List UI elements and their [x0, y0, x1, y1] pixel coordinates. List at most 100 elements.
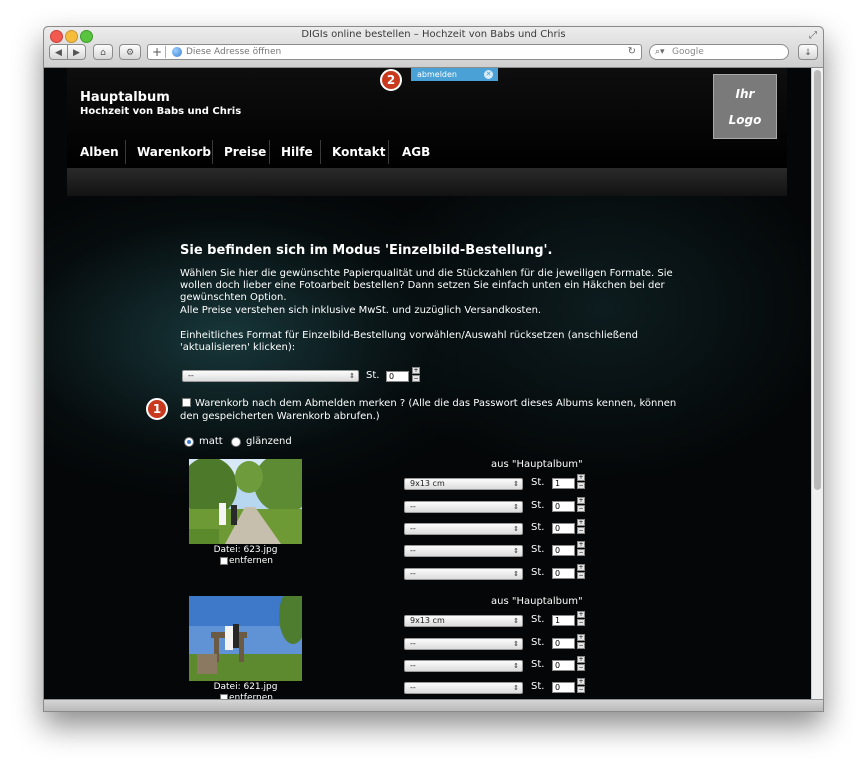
format-value: --: [410, 661, 416, 670]
nav-item-preise[interactable]: Preise: [224, 140, 266, 165]
global-format-select[interactable]: -- ⇕: [182, 370, 359, 382]
nav-separator: [388, 140, 389, 164]
remember-cart-checkbox[interactable]: [182, 398, 191, 407]
paper-matt-radio[interactable]: [184, 437, 194, 447]
decrement-icon[interactable]: −: [577, 549, 585, 556]
format-select-621-3[interactable]: -- ⇕: [404, 660, 523, 672]
decrement-icon[interactable]: −: [577, 482, 585, 489]
format-select-621-4[interactable]: -- ⇕: [404, 682, 523, 694]
fullscreen-icon[interactable]: ⤢: [809, 30, 817, 41]
increment-icon[interactable]: +: [577, 678, 585, 685]
qty-input-621-4[interactable]: 0: [552, 682, 575, 693]
format-select-623-2[interactable]: -- ⇕: [404, 501, 523, 513]
nav-item-agb[interactable]: AGB: [402, 140, 430, 165]
global-qty-input[interactable]: 0: [386, 371, 409, 382]
qty-stepper[interactable]: + −: [577, 678, 585, 694]
decrement-icon[interactable]: −: [577, 642, 585, 649]
nav-separator: [269, 140, 270, 164]
nav-separator: [320, 140, 321, 164]
nav-separator: [212, 140, 213, 164]
increment-icon[interactable]: +: [577, 497, 585, 504]
photo-thumbnail-621[interactable]: [189, 596, 302, 681]
back-arrow-icon: ◀: [55, 48, 62, 58]
qty-input-621-1[interactable]: 1: [552, 615, 575, 626]
decrement-icon[interactable]: −: [577, 664, 585, 671]
qty-stepper[interactable]: + −: [577, 497, 585, 513]
qty-label: St.: [531, 477, 545, 488]
increment-icon[interactable]: +: [577, 634, 585, 641]
nav-item-alben[interactable]: Alben: [80, 140, 119, 165]
remove-photo-checkbox-623[interactable]: [220, 557, 228, 565]
format-select-623-4[interactable]: -- ⇕: [404, 545, 523, 557]
home-button[interactable]: ⌂: [93, 44, 113, 60]
format-select-621-2[interactable]: -- ⇕: [404, 638, 523, 650]
qty-stepper[interactable]: + −: [577, 634, 585, 650]
qty-stepper[interactable]: + −: [577, 611, 585, 627]
qty-stepper[interactable]: + −: [577, 541, 585, 557]
forward-arrow-icon: ▶: [73, 48, 80, 58]
global-format-value: --: [188, 371, 194, 380]
qty-input-623-5[interactable]: 0: [552, 568, 575, 579]
qty-stepper[interactable]: + −: [577, 519, 585, 535]
format-select-623-3[interactable]: -- ⇕: [404, 523, 523, 535]
intro-line-4: Alle Preise verstehen sich inklusive MwS…: [180, 305, 542, 316]
window-title: DIGIs online bestellen – Hochzeit von Ba…: [301, 29, 566, 40]
increment-icon[interactable]: +: [577, 656, 585, 663]
format-select-623-5[interactable]: -- ⇕: [404, 568, 523, 580]
qty-stepper[interactable]: + −: [577, 656, 585, 672]
qty-input-623-4[interactable]: 0: [552, 545, 575, 556]
chevron-updown-icon: ⇕: [513, 525, 519, 533]
forward-button[interactable]: ▶: [67, 44, 86, 60]
photo-source-623: aus "Hauptalbum": [491, 459, 583, 470]
logout-button[interactable]: abmelden ✕: [411, 68, 498, 81]
main-navigation: Alben Warenkorb Preise Hilfe Kontakt AGB: [67, 140, 787, 167]
reload-icon[interactable]: ↻: [628, 45, 636, 59]
decrement-icon[interactable]: −: [577, 505, 585, 512]
callout-badge-1: 1: [146, 398, 168, 420]
nav-item-hilfe[interactable]: Hilfe: [281, 140, 313, 165]
format-select-623-1[interactable]: 9x13 cm ⇕: [404, 478, 523, 490]
decrement-icon[interactable]: −: [577, 527, 585, 534]
search-input[interactable]: Google: [672, 45, 704, 59]
download-icon: ↓: [804, 48, 812, 58]
vertical-scrollbar[interactable]: [811, 68, 823, 699]
close-icon[interactable]: ✕: [484, 70, 493, 79]
nav-item-warenkorb[interactable]: Warenkorb: [137, 140, 211, 165]
qty-stepper[interactable]: + −: [577, 564, 585, 580]
search-field[interactable]: ⌕▾ Google: [649, 44, 789, 60]
intro-line-1: Wählen Sie hier die gewünschte Papierqua…: [180, 268, 673, 279]
chevron-updown-icon: ⇕: [513, 503, 519, 511]
nav-item-kontakt[interactable]: Kontakt: [332, 140, 385, 165]
decrement-icon[interactable]: −: [577, 619, 585, 626]
decrement-icon[interactable]: −: [577, 686, 585, 693]
intro-line-3: gewünschten Option.: [180, 292, 287, 303]
increment-icon[interactable]: +: [577, 611, 585, 618]
increment-icon[interactable]: +: [577, 519, 585, 526]
increment-icon[interactable]: +: [577, 541, 585, 548]
tools-button[interactable]: ⚙: [119, 44, 141, 60]
address-input[interactable]: Diese Adresse öffnen: [186, 45, 281, 59]
title-bar: DIGIs online bestellen – Hochzeit von Ba…: [44, 27, 823, 68]
add-bookmark-icon[interactable]: +: [152, 45, 162, 59]
increment-icon[interactable]: +: [577, 474, 585, 481]
qty-input-623-1[interactable]: 1: [552, 478, 575, 489]
qty-stepper[interactable]: + −: [577, 474, 585, 490]
paper-glossy-radio[interactable]: [231, 437, 241, 447]
scrollbar-thumb[interactable]: [814, 70, 821, 490]
address-bar[interactable]: + Diese Adresse öffnen ↻: [147, 44, 642, 60]
qty-label: St.: [531, 567, 545, 578]
global-qty-stepper[interactable]: + −: [412, 367, 420, 383]
downloads-button[interactable]: ↓: [798, 44, 818, 60]
qty-input-623-3[interactable]: 0: [552, 523, 575, 534]
decrement-icon[interactable]: −: [577, 572, 585, 579]
qty-input-621-3[interactable]: 0: [552, 660, 575, 671]
back-button[interactable]: ◀: [49, 44, 68, 60]
decrement-icon[interactable]: −: [412, 375, 420, 382]
logo-line-2: Logo: [728, 113, 762, 127]
increment-icon[interactable]: +: [577, 564, 585, 571]
format-select-621-1[interactable]: 9x13 cm ⇕: [404, 615, 523, 627]
photo-thumbnail-623[interactable]: [189, 459, 302, 544]
qty-input-621-2[interactable]: 0: [552, 638, 575, 649]
increment-icon[interactable]: +: [412, 367, 420, 374]
qty-input-623-2[interactable]: 0: [552, 501, 575, 512]
